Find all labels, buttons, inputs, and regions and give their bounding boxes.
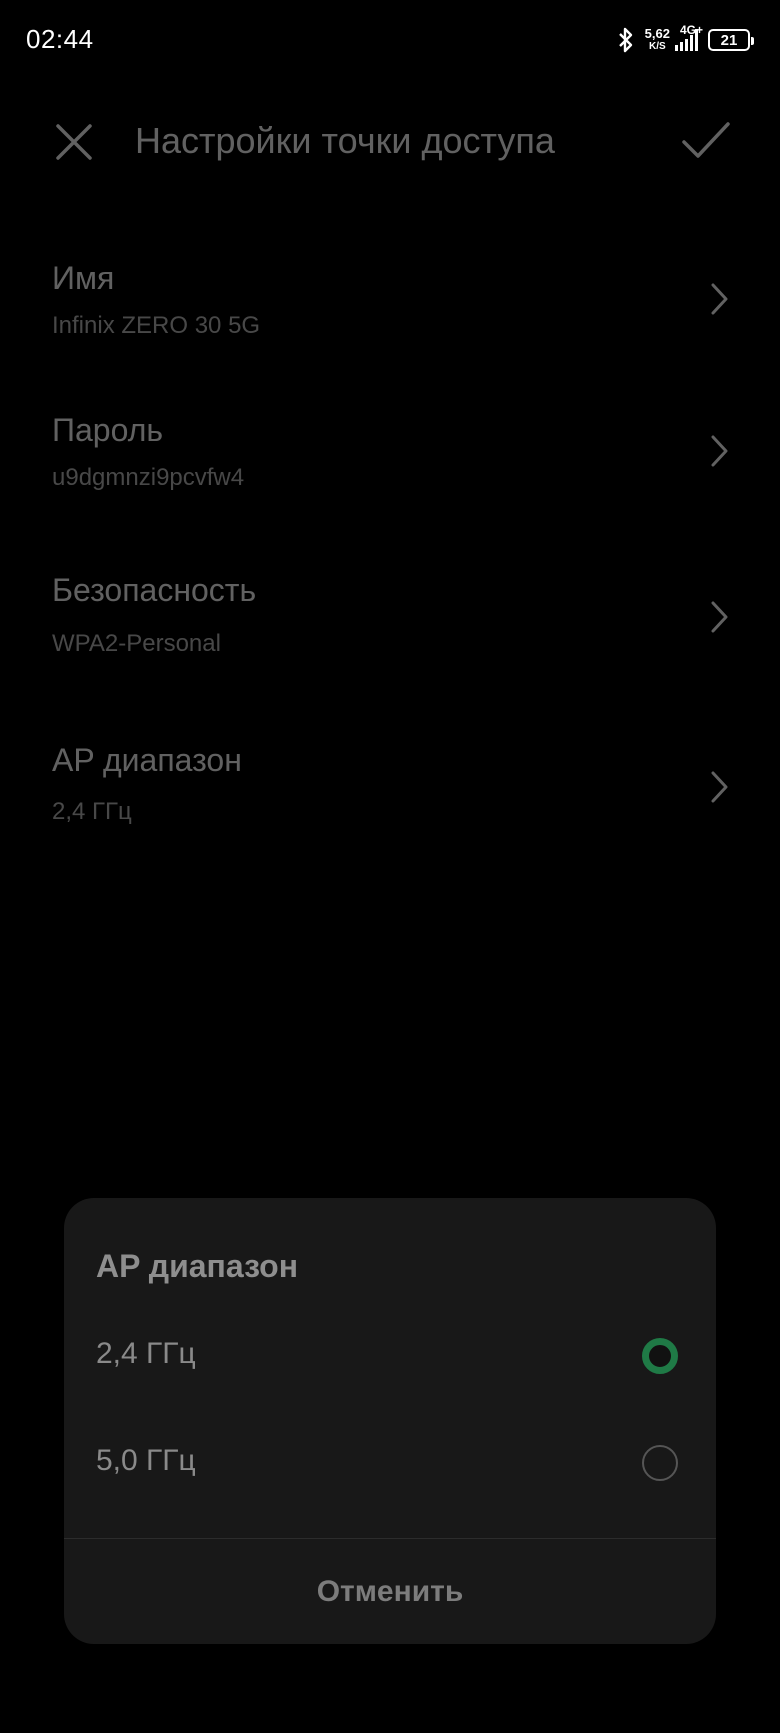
radio-selected-icon[interactable] <box>642 1338 678 1374</box>
setting-title: Пароль <box>52 412 164 448</box>
setting-title: Безопасность <box>52 572 257 608</box>
confirm-button[interactable] <box>680 116 732 164</box>
setting-title: Имя <box>52 260 115 296</box>
option-5-0ghz[interactable]: 5,0 ГГц <box>64 1418 716 1508</box>
setting-title: AP диапазон <box>52 742 242 778</box>
close-icon <box>56 124 92 160</box>
setting-value: WPA2-Personal <box>52 630 221 657</box>
setting-value: 2,4 ГГц <box>52 798 132 825</box>
toolbar: Настройки точки доступа <box>0 100 780 180</box>
setting-row-name[interactable]: Имя Infinix ZERO 30 5G <box>0 240 780 360</box>
close-button[interactable] <box>50 118 98 166</box>
setting-value: Infinix ZERO 30 5G <box>52 312 261 339</box>
ap-band-dialog: AP диапазон 2,4 ГГц 5,0 ГГц Отменить <box>64 1198 716 1644</box>
setting-row-security[interactable]: Безопасность WPA2-Personal <box>0 552 780 682</box>
chevron-right-icon <box>711 601 728 633</box>
radio-unselected-icon[interactable] <box>642 1445 678 1481</box>
setting-value: u9dgmnzi9pcvfw4 <box>52 464 245 491</box>
option-label: 5,0 ГГц <box>96 1444 196 1477</box>
check-icon <box>682 122 730 158</box>
chevron-right-icon <box>711 771 728 803</box>
setting-row-ap-band[interactable]: AP диапазон 2,4 ГГц <box>0 722 780 852</box>
dialog-title: AP диапазон <box>96 1248 299 1284</box>
option-2-4ghz[interactable]: 2,4 ГГц <box>64 1311 716 1401</box>
chevron-right-icon <box>711 283 728 315</box>
setting-row-password[interactable]: Пароль u9dgmnzi9pcvfw4 <box>0 392 780 512</box>
option-label: 2,4 ГГц <box>96 1337 196 1370</box>
chevron-right-icon <box>711 435 728 467</box>
cancel-button[interactable]: Отменить <box>64 1539 716 1644</box>
page-title: Настройки точки доступа <box>135 120 555 161</box>
